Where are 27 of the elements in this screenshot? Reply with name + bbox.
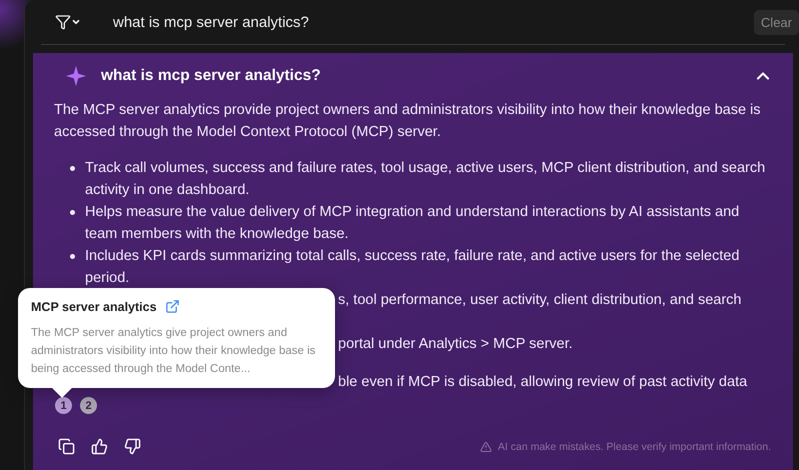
bullet-text: ble even if MCP is disabled, allowing review of past activity data — [338, 373, 748, 392]
filter-icon — [55, 14, 71, 30]
bullet-text: portal under Analytics > MCP server. — [338, 335, 573, 354]
bullet-icon — [70, 210, 75, 215]
bullet-icon — [70, 254, 75, 259]
tooltip-title: MCP server analytics — [31, 300, 157, 314]
external-link-icon[interactable] — [164, 299, 180, 314]
bullet-text: Track call volumes, success and failure rates, tool usage, active users, MCP client distribution, and search activity in one dashboard. — [85, 159, 766, 200]
thumbs-up-button[interactable] — [91, 438, 108, 455]
citation-link[interactable]: 1 — [55, 397, 72, 414]
caret-icon — [71, 17, 81, 27]
thumbs-down-button[interactable] — [124, 438, 141, 455]
answer-intro: The MCP server analytics provide project owners and administrators visibility into how their knowledge base is accessed through the Model Context Protocol (MCP) server. — [54, 101, 762, 142]
warning-icon — [480, 440, 492, 452]
copy-button[interactable] — [58, 438, 75, 455]
bullet-icon — [70, 166, 75, 171]
search-field[interactable]: what is mcp server analytics? — [111, 12, 754, 32]
sparkle-icon — [65, 65, 87, 87]
clear-button[interactable]: Clear — [754, 10, 799, 34]
disclaimer-text: AI can make mistakes. Please verify important information. — [498, 440, 771, 452]
answer-title: what is mcp server analytics? — [101, 67, 322, 85]
bullet-text: s, tool performance, user activity, client distribution, and search — [338, 291, 742, 310]
tooltip-body: The MCP server analytics give project owners and administrators visibility into how their knowledge base is being accessed through the Model Conte... — [31, 326, 316, 377]
bullet-text: Helps measure the value delivery of MCP integration and understand interactions by AI assistants and team members with the knowledge base. — [85, 203, 740, 244]
filter-button[interactable] — [55, 14, 81, 30]
citation-link[interactable]: 2 — [80, 397, 97, 414]
bullet-text: Includes KPI cards summarizing total calls, success rate, failure rate, and active users for the selected period. — [85, 247, 740, 288]
